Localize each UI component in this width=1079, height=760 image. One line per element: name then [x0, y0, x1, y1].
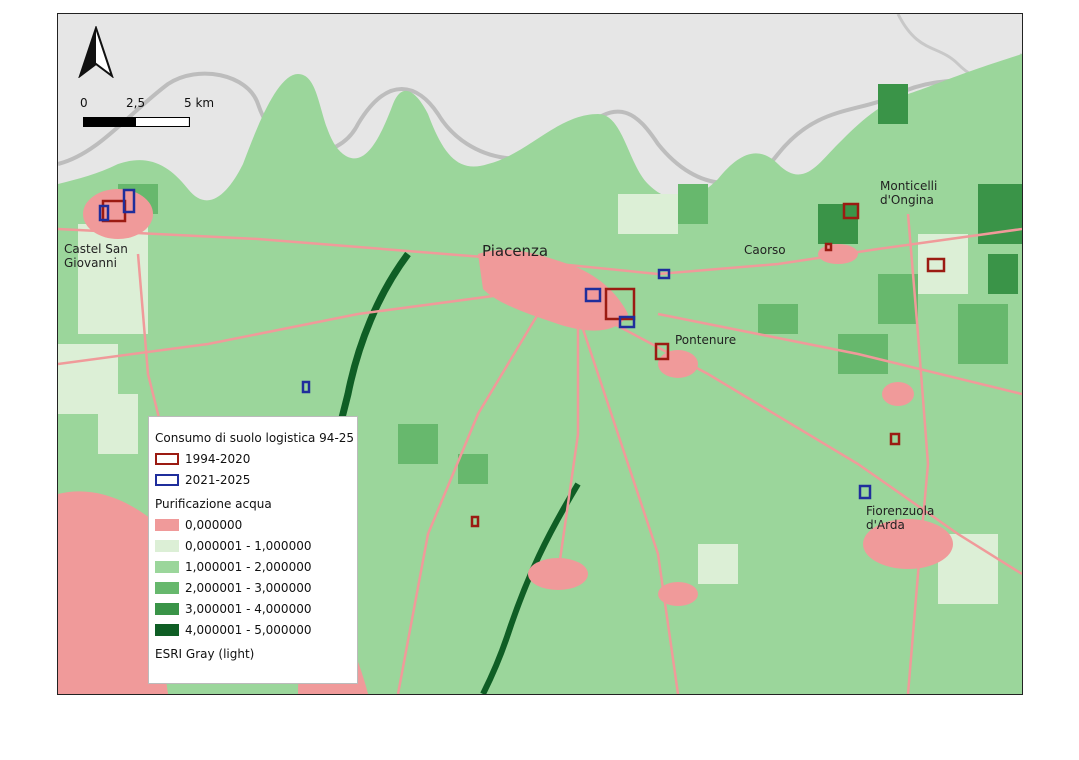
legend-label-pur-4: 3,000001 - 4,000000 [185, 602, 312, 616]
legend-swatch-2021-2025 [155, 474, 179, 486]
label-fiorenzuola-darda: Fiorenzuola d'Arda [866, 504, 935, 532]
scale-bar [83, 117, 190, 127]
legend-item-pur-0: 0,000000 [155, 517, 242, 533]
legend-swatch-pur-5 [155, 624, 179, 636]
legend-title-purificazione: Purificazione acqua [155, 497, 272, 511]
legend-label-pur-0: 0,000000 [185, 518, 243, 532]
scale-label-0: 0 [80, 96, 88, 110]
label-pontenure: Pontenure [675, 333, 737, 347]
scale-bar-labels: 0 2,5 5 km [80, 96, 230, 110]
legend-title-consumo: Consumo di suolo logistica 94-25 [155, 431, 355, 445]
legend-label-2021-2025: 2021-2025 [185, 473, 251, 487]
label-caorso: Caorso [744, 243, 786, 257]
legend-swatch-pur-3 [155, 582, 179, 594]
legend-label-pur-3: 2,000001 - 3,000000 [185, 581, 312, 595]
north-arrow-icon [78, 26, 114, 78]
legend-item-pur-3: 2,000001 - 3,000000 [155, 580, 311, 596]
legend-item-1994-2020: 1994-2020 [155, 451, 250, 467]
map-legend: Consumo di suolo logistica 94-25 1994-20… [148, 416, 358, 684]
legend-swatch-pur-4 [155, 603, 179, 615]
legend-label-pur-2: 1,000001 - 2,000000 [185, 560, 312, 574]
legend-swatch-pur-1 [155, 540, 179, 552]
legend-swatch-pur-0 [155, 519, 179, 531]
scale-bar-black [84, 118, 136, 126]
scale-label-2-5: 2,5 [126, 96, 146, 110]
legend-label-pur-1: 0,000001 - 1,000000 [185, 539, 312, 553]
legend-swatch-1994-2020 [155, 453, 179, 465]
map-frame: Castel San Giovanni Piacenza Caorso Mont… [57, 13, 1023, 695]
legend-item-pur-5: 4,000001 - 5,000000 [155, 622, 311, 638]
label-castel-san-giovanni: Castel San Giovanni [64, 242, 128, 270]
legend-item-pur-2: 1,000001 - 2,000000 [155, 559, 311, 575]
legend-swatch-pur-2 [155, 561, 179, 573]
legend-basemap: ESRI Gray (light) [155, 647, 255, 661]
legend-item-pur-1: 0,000001 - 1,000000 [155, 538, 311, 554]
legend-item-pur-4: 3,000001 - 4,000000 [155, 601, 311, 617]
scale-bar-white [136, 118, 188, 126]
legend-label-1994-2020: 1994-2020 [185, 452, 251, 466]
legend-label-pur-5: 4,000001 - 5,000000 [185, 623, 312, 637]
scale-label-5km: 5 km [184, 96, 215, 110]
label-monticelli-dongina: Monticelli d'Ongina [880, 179, 938, 207]
legend-item-2021-2025: 2021-2025 [155, 472, 250, 488]
label-piacenza: Piacenza [482, 242, 549, 260]
